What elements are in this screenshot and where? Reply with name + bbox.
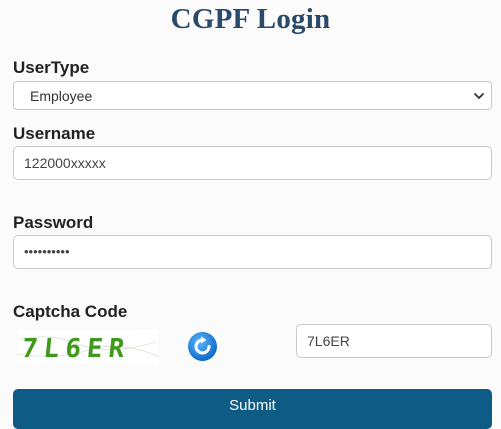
username-label: Username: [13, 124, 96, 143]
password-input[interactable]: ••••••••••: [13, 235, 492, 269]
usertype-selected-value: Employee: [30, 87, 93, 104]
captcha-image: 7L6ER: [18, 330, 158, 364]
captcha-label: Captcha Code: [13, 302, 128, 321]
chevron-down-icon: [474, 93, 484, 99]
captcha-text: 7L6ER: [20, 334, 131, 364]
username-input[interactable]: [13, 146, 492, 180]
usertype-select[interactable]: Employee: [13, 81, 492, 110]
password-label: Password: [13, 213, 94, 232]
captcha-input[interactable]: [296, 324, 492, 358]
refresh-icon[interactable]: [187, 331, 218, 362]
password-masked-value: ••••••••••: [24, 244, 70, 259]
submit-button[interactable]: Submit: [13, 389, 492, 429]
usertype-label: UserType: [13, 58, 90, 77]
page-title: CGPF Login: [170, 3, 331, 35]
